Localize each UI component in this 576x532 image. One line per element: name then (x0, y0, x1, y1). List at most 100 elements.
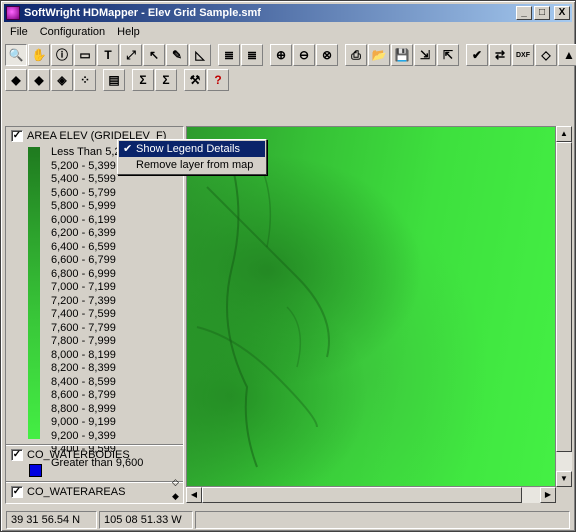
scroll-left-button[interactable]: ◀ (186, 487, 202, 503)
elevation-color-ramp (28, 147, 40, 439)
window-title: SoftWright HDMapper - Elev Grid Sample.s… (24, 7, 261, 19)
elevation-range-label: 5,600 - 5,799 (51, 186, 116, 199)
menu-item-show-legend-details[interactable]: ✔ Show Legend Details (119, 141, 265, 157)
menu-configuration[interactable]: Configuration (34, 26, 111, 38)
points-icon[interactable]: ⁘ (74, 69, 96, 91)
map-vertical-scrollbar[interactable]: ▲ ▼ (556, 126, 572, 487)
layer-checkbox[interactable]: ✓ (11, 130, 23, 142)
status-message (195, 511, 570, 529)
elevation-range-label: 7,600 - 7,799 (51, 321, 116, 334)
help-icon[interactable]: ? (207, 69, 229, 91)
north-arrow-icon[interactable]: ◇ (535, 44, 557, 66)
node-edit-icon[interactable]: ✎ (166, 44, 188, 66)
elevation-range-label: 7,400 - 7,599 (51, 308, 116, 320)
elevation-range-label: 6,400 - 6,599 (51, 240, 116, 253)
scrollbar-corner (556, 487, 572, 503)
elevation-range-label: 8,400 - 8,599 (51, 375, 116, 388)
layers-icon[interactable]: ≣ (218, 44, 240, 66)
elevation-range-label: 5,400 - 5,599 (51, 173, 116, 185)
elevation-range-label: 8,000 - 8,199 (51, 348, 116, 361)
import-icon[interactable]: ⇲ (414, 44, 436, 66)
legend-layer-waterbodies[interactable]: ✓ CO_WATERBODIES (11, 449, 130, 461)
close-button[interactable]: X (554, 6, 570, 20)
status-bar: 39 31 56.54 N 105 08 51.33 W (4, 509, 572, 529)
main-toolbar: 🔍 ✋ ⓘ ▭ T ⤢ ↖ ✎ ◺ ≣ ≣ ⊕ ⊖ ⊗ ⎙ 📂 💾 ⇲ ⇱ ✔ ⇄ DXF ◇ ▲ (5, 43, 576, 67)
print-icon[interactable]: ⎙ (345, 44, 367, 66)
elevation-range-label: 6,600 - 6,799 (51, 254, 116, 266)
menu-bar: File Configuration Help (4, 23, 572, 41)
save-icon[interactable]: 💾 (391, 44, 413, 66)
menu-help[interactable]: Help (111, 26, 146, 38)
tools-icon[interactable]: ⚒ (184, 69, 206, 91)
legend-reorder-arrows[interactable]: ◇ ◆ (172, 475, 179, 503)
elevation-range-label: 8,800 - 8,999 (51, 402, 116, 415)
horizontal-scroll-thumb[interactable] (202, 487, 522, 503)
elevation-range-label: 5,800 - 5,999 (51, 200, 116, 212)
menu-item-label: Remove layer from map (136, 159, 254, 171)
legend-divider (6, 444, 183, 446)
text-tool-icon[interactable]: T (97, 44, 119, 66)
legend-layer-waterareas[interactable]: ✓ CO_WATERAREAS (11, 486, 125, 498)
export-icon[interactable]: ⇱ (437, 44, 459, 66)
layer-link-icon[interactable]: ⇄ (489, 44, 511, 66)
pan-hand-icon[interactable]: ✋ (28, 44, 50, 66)
layer-name: CO_WATERBODIES (27, 449, 130, 461)
layer-checkbox[interactable]: ✓ (11, 449, 23, 461)
dxf-icon[interactable]: DXF (512, 44, 534, 66)
measure-line-icon[interactable]: ⤢ (120, 44, 142, 66)
legend-divider (6, 481, 183, 483)
elevation-range-label: 6,000 - 6,199 (51, 213, 116, 226)
scroll-right-button[interactable]: ▶ (540, 487, 556, 503)
map-view[interactable] (186, 126, 556, 487)
elevation-range-label: 6,800 - 6,999 (51, 267, 116, 280)
layer-name: CO_WATERAREAS (27, 486, 126, 498)
check-icon: ✔ (123, 143, 133, 155)
move-down-icon[interactable]: ◆ (172, 489, 179, 503)
secondary-toolbar: ◆ ◆ ◈ ⁘ ▤ Σ Σ ⚒? (5, 68, 230, 92)
waterbodies-swatch (29, 464, 42, 477)
elevation-range-label: 8,200 - 8,399 (51, 362, 116, 374)
app-icon[interactable] (6, 6, 20, 20)
check-layer-icon[interactable]: ✔ (466, 44, 488, 66)
elevation-range-label: 9,000 - 9,199 (51, 416, 116, 428)
minimize-button[interactable]: _ (516, 6, 532, 20)
zoom-tool-icon[interactable]: 🔍 (5, 44, 27, 66)
menu-item-remove-layer[interactable]: Remove layer from map (119, 157, 265, 173)
title-bar: SoftWright HDMapper - Elev Grid Sample.s… (4, 4, 572, 22)
elevation-range-label: 7,000 - 7,199 (51, 281, 116, 293)
layer-checkbox[interactable]: ✓ (11, 486, 23, 498)
sum-icon[interactable]: Σ (132, 69, 154, 91)
vertical-scroll-thumb[interactable] (556, 142, 572, 452)
elevation-range-label: 7,800 - 7,999 (51, 335, 116, 347)
zoom-cancel-icon[interactable]: ⊗ (316, 44, 338, 66)
menu-item-label: Show Legend Details (136, 143, 240, 155)
status-longitude: 105 08 51.33 W (99, 511, 193, 529)
add-layer-icon[interactable]: ◆ (5, 69, 27, 91)
elevation-range-list: Less Than 5,200 5,200 - 5,399 5,400 - 5,59… (51, 146, 143, 470)
elevation-range-label: 9,200 - 9,399 (51, 429, 116, 442)
table-icon[interactable]: ▤ (103, 69, 125, 91)
color-layer-icon[interactable]: ◆ (28, 69, 50, 91)
select-arrow-icon[interactable]: ↖ (143, 44, 165, 66)
legend-panel[interactable]: ✓ AREA ELEV (GRIDELEV_F) Less Than 5,200… (5, 126, 184, 504)
elevation-range-label: 8,600 - 8,799 (51, 389, 116, 401)
layers-order-icon[interactable]: ≣ (241, 44, 263, 66)
menu-file[interactable]: File (4, 26, 34, 38)
scroll-up-button[interactable]: ▲ (556, 126, 572, 142)
statistics-icon[interactable]: Σ (155, 69, 177, 91)
elevation-range-label: 7,200 - 7,399 (51, 294, 116, 307)
profile-icon[interactable]: ◺ (189, 44, 211, 66)
label-icon[interactable]: ▭ (74, 44, 96, 66)
maximize-button[interactable]: □ (534, 6, 550, 20)
zoom-out-icon[interactable]: ⊖ (293, 44, 315, 66)
app-window: SoftWright HDMapper - Elev Grid Sample.s… (0, 0, 576, 532)
zoom-in-icon[interactable]: ⊕ (270, 44, 292, 66)
edit-layer-icon[interactable]: ◈ (51, 69, 73, 91)
info-icon[interactable]: ⓘ (51, 44, 73, 66)
color-ramp-icon[interactable]: ▲ (558, 44, 576, 66)
move-up-icon[interactable]: ◇ (172, 475, 179, 489)
terrain-texture (196, 146, 330, 468)
open-folder-icon[interactable]: 📂 (368, 44, 390, 66)
scroll-down-button[interactable]: ▼ (556, 471, 572, 487)
map-horizontal-scrollbar[interactable]: ◀ ▶ (186, 487, 556, 503)
